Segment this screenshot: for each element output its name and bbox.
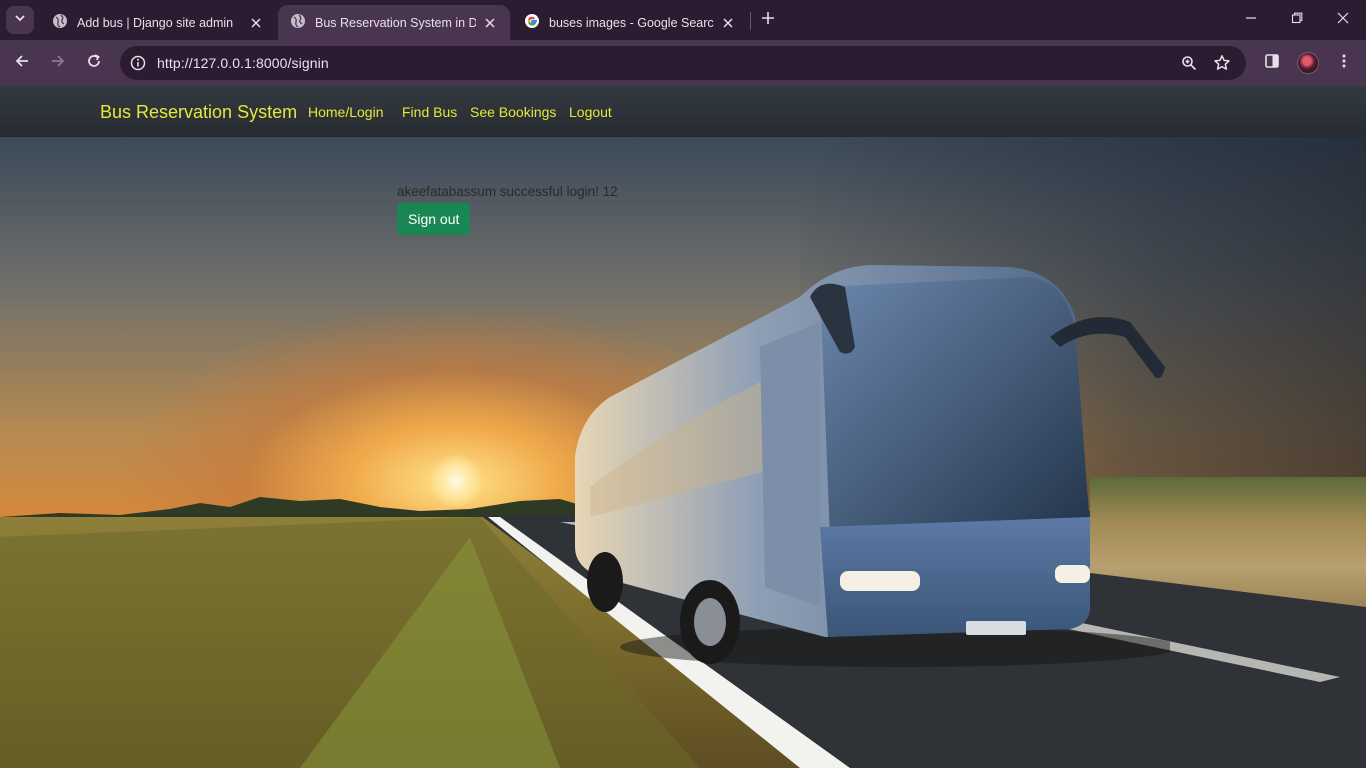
close-icon[interactable] xyxy=(482,15,498,31)
tab-add-bus[interactable]: Add bus | Django site admin xyxy=(40,5,276,40)
info-icon[interactable] xyxy=(128,53,148,73)
tab-bus-reservation[interactable]: Bus Reservation System in Djan xyxy=(278,5,510,40)
kebab-menu-icon xyxy=(1336,53,1352,74)
side-panel-icon xyxy=(1264,53,1280,74)
login-message: akeefatabassum successful login! 12 xyxy=(397,184,618,199)
nav-link-home-login[interactable]: Home/Login xyxy=(308,104,384,120)
window-close-button[interactable] xyxy=(1320,0,1366,40)
plus-icon xyxy=(761,11,775,30)
avatar xyxy=(1297,52,1319,74)
hero-background-image: akeefatabassum successful login! 12 Sign… xyxy=(0,137,1366,768)
google-icon xyxy=(524,13,540,32)
browser-toolbar: http://127.0.0.1:8000/signin xyxy=(0,40,1366,86)
profile-button[interactable] xyxy=(1294,49,1322,77)
forward-arrow-icon xyxy=(50,53,66,74)
globe-icon xyxy=(290,13,306,32)
site-brand[interactable]: Bus Reservation System xyxy=(100,102,297,123)
address-bar[interactable]: http://127.0.0.1:8000/signin xyxy=(120,46,1246,80)
tab-google-search[interactable]: buses images - Google Search xyxy=(512,5,748,40)
side-panel-button[interactable] xyxy=(1258,49,1286,77)
tab-title: buses images - Google Search xyxy=(549,15,714,30)
login-status-panel: akeefatabassum successful login! 12 Sign… xyxy=(397,184,618,235)
window-close-icon xyxy=(1337,11,1349,29)
back-button[interactable] xyxy=(8,49,36,77)
new-tab-button[interactable] xyxy=(756,8,780,32)
nav-link-logout[interactable]: Logout xyxy=(569,104,612,120)
tab-search-button[interactable] xyxy=(6,6,34,34)
restore-button[interactable] xyxy=(1274,0,1320,40)
star-icon[interactable] xyxy=(1212,53,1232,73)
close-icon[interactable] xyxy=(720,15,736,31)
forward-button[interactable] xyxy=(44,49,72,77)
minimize-button[interactable] xyxy=(1228,0,1274,40)
tab-divider xyxy=(750,12,751,30)
bus-illustration xyxy=(575,265,1170,667)
back-arrow-icon xyxy=(14,53,30,74)
tab-title: Bus Reservation System in Djan xyxy=(315,15,476,30)
menu-button[interactable] xyxy=(1330,49,1358,77)
tab-strip: Add bus | Django site admin Bus Reservat… xyxy=(0,0,1366,40)
minimize-icon xyxy=(1245,11,1257,29)
nav-link-see-bookings[interactable]: See Bookings xyxy=(470,104,556,120)
zoom-icon[interactable] xyxy=(1179,53,1199,73)
close-icon[interactable] xyxy=(248,15,264,31)
site-navbar: Bus Reservation System Home/Login Find B… xyxy=(0,86,1366,137)
tab-title: Add bus | Django site admin xyxy=(77,15,234,30)
chevron-down-icon xyxy=(14,11,26,29)
sign-out-button[interactable]: Sign out xyxy=(397,203,471,235)
nav-link-find-bus[interactable]: Find Bus xyxy=(402,104,457,120)
url-text[interactable]: http://127.0.0.1:8000/signin xyxy=(157,55,329,71)
restore-icon xyxy=(1291,11,1303,29)
reload-icon xyxy=(86,53,102,74)
reload-button[interactable] xyxy=(80,49,108,77)
page-viewport: Bus Reservation System Home/Login Find B… xyxy=(0,86,1366,768)
globe-icon xyxy=(52,13,68,32)
